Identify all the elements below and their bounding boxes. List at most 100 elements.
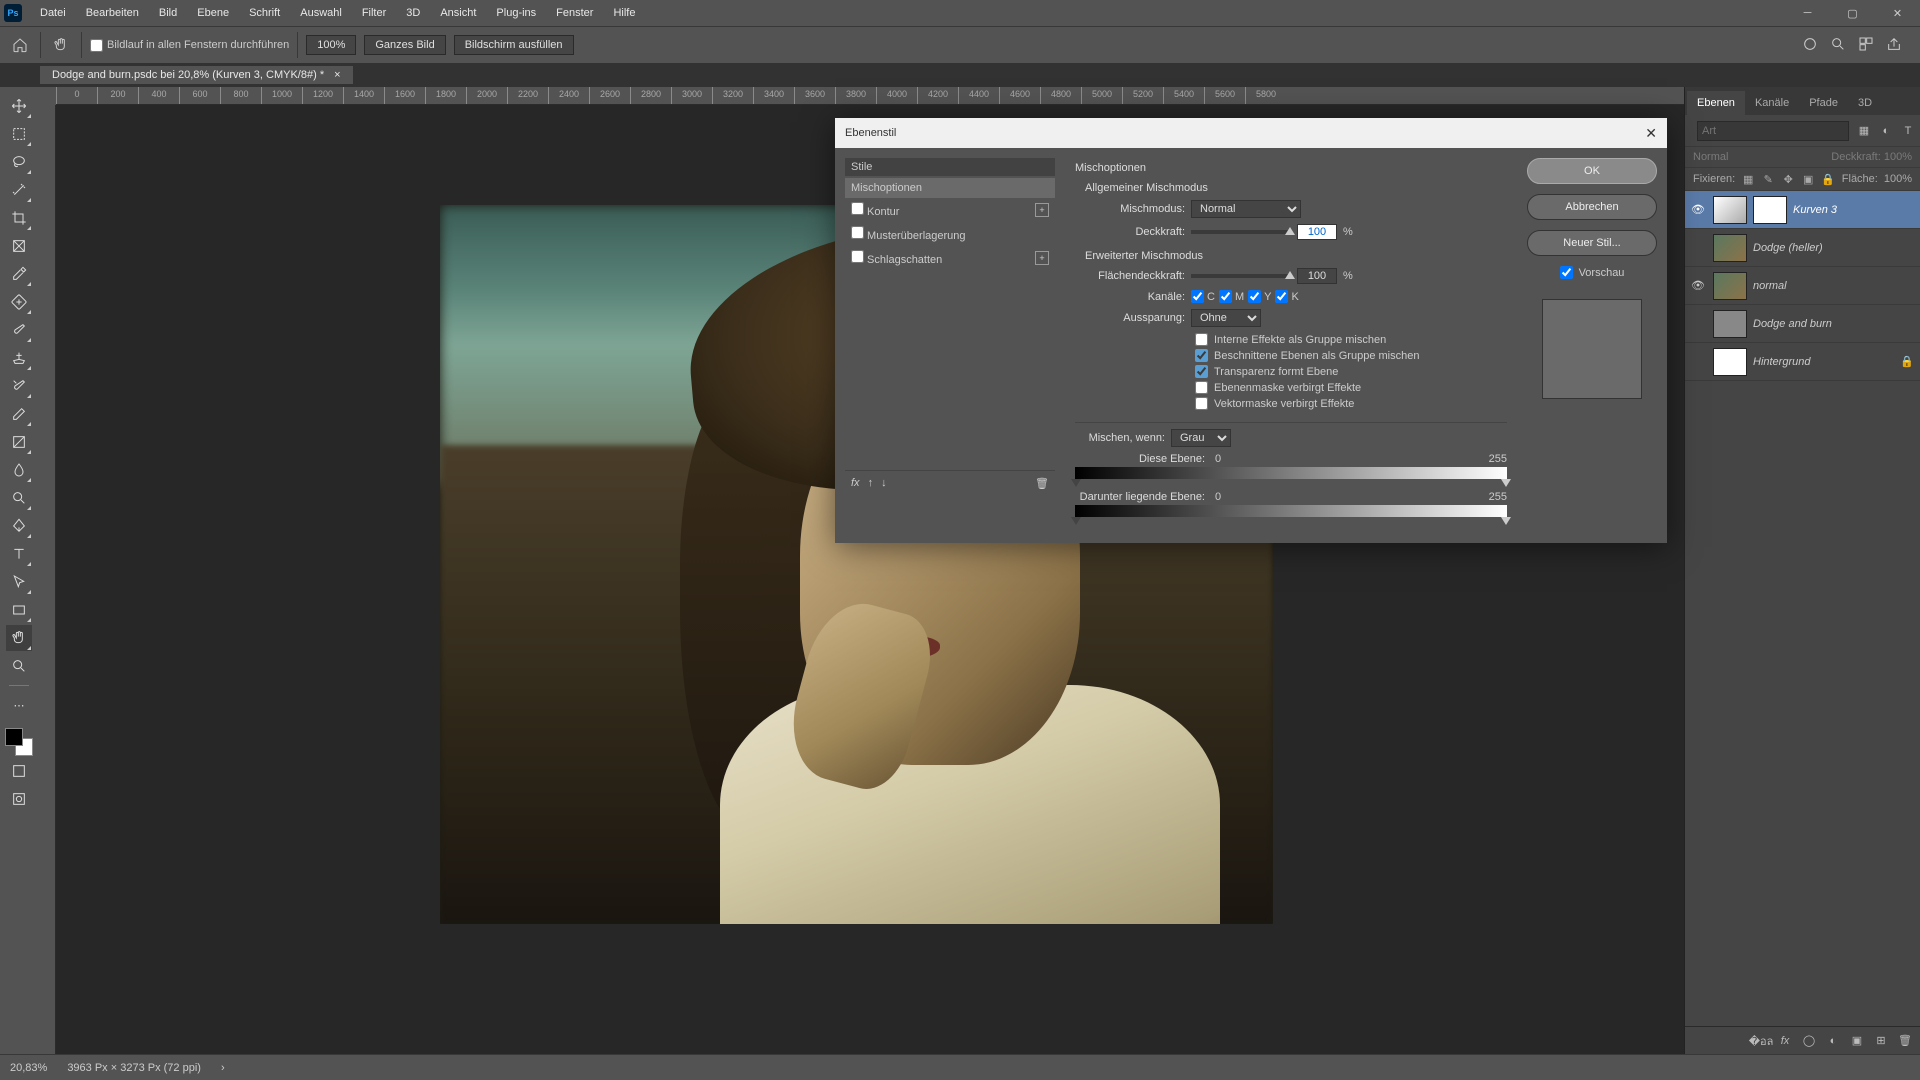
hand-tool-icon[interactable] [49,33,73,57]
layer-row[interactable]: 👁 normal [1685,267,1920,305]
healing-brush-tool[interactable] [6,289,32,315]
cloud-icon[interactable] [1802,36,1818,55]
clone-stamp-tool[interactable] [6,345,32,371]
style-item[interactable]: Mischoptionen [845,178,1055,198]
ok-button[interactable]: OK [1527,158,1657,184]
minimize-button[interactable]: ─ [1785,0,1830,26]
zoom-tool[interactable] [6,653,32,679]
preview-checkbox[interactable]: Vorschau [1527,266,1657,279]
search-icon[interactable] [1830,36,1846,55]
layer-thumbnail[interactable] [1713,196,1747,224]
marquee-tool[interactable] [6,121,32,147]
layer-row[interactable]: Dodge and burn [1685,305,1920,343]
visibility-toggle[interactable]: 👁 [1689,279,1707,292]
layer-filter-input[interactable] [1697,121,1849,141]
fill-opacity-slider[interactable] [1191,274,1291,278]
scroll-all-checkbox[interactable]: Bildlauf in allen Fenstern durchführen [90,39,289,52]
layer-thumbnail[interactable] [1713,348,1747,376]
menu-3d[interactable]: 3D [396,3,430,23]
blend-option-checkbox[interactable]: Interne Effekte als Gruppe mischen [1195,333,1507,346]
lock-position-icon[interactable]: ✥ [1781,172,1795,186]
layer-row[interactable]: 👁 Kurven 3 [1685,191,1920,229]
menu-auswahl[interactable]: Auswahl [290,3,352,23]
menu-datei[interactable]: Datei [30,3,76,23]
layer-name[interactable]: Hintergrund [1753,356,1894,368]
eraser-tool[interactable] [6,401,32,427]
history-brush-tool[interactable] [6,373,32,399]
opacity-input[interactable] [1297,224,1337,240]
document-tab[interactable]: Dodge and burn.psdc bei 20,8% (Kurven 3,… [40,66,353,84]
share-icon[interactable] [1886,36,1902,55]
dodge-tool[interactable] [6,485,32,511]
lock-artboard-icon[interactable]: ▣ [1801,172,1815,186]
path-selection-tool[interactable] [6,569,32,595]
color-swatches[interactable] [5,728,33,756]
layer-name[interactable]: Dodge and burn [1753,318,1916,330]
gradient-tool[interactable] [6,429,32,455]
menu-bild[interactable]: Bild [149,3,187,23]
menu-ebene[interactable]: Ebene [187,3,239,23]
layer-thumbnail[interactable] [1713,234,1747,262]
fx-menu-icon[interactable]: fx [851,477,860,490]
new-style-button[interactable]: Neuer Stil... [1527,230,1657,256]
mask-thumbnail[interactable] [1753,196,1787,224]
blend-mode-select[interactable]: Normal [1191,200,1301,218]
home-icon[interactable] [8,33,32,57]
eyedropper-tool[interactable] [6,261,32,287]
layer-row[interactable]: Hintergrund 🔒 [1685,343,1920,381]
tab-kanäle[interactable]: Kanäle [1745,91,1799,115]
move-down-icon[interactable]: ↓ [881,477,887,490]
hand-tool[interactable] [6,625,32,651]
pen-tool[interactable] [6,513,32,539]
frame-tool[interactable] [6,233,32,259]
layer-name[interactable]: normal [1753,280,1916,292]
layer-thumbnail[interactable] [1713,272,1747,300]
blend-option-checkbox[interactable]: Ebenenmaske verbirgt Effekte [1195,381,1507,394]
add-effect-icon[interactable]: + [1035,203,1049,217]
blend-option-checkbox[interactable]: Transparenz formt Ebene [1195,365,1507,378]
dialog-close-icon[interactable]: ✕ [1645,125,1657,142]
screen-mode-button[interactable] [6,758,32,784]
crop-tool[interactable] [6,205,32,231]
menu-ansicht[interactable]: Ansicht [430,3,486,23]
fx-icon[interactable]: fx [1778,1035,1792,1047]
mask-icon[interactable]: ◯ [1802,1034,1816,1047]
visibility-toggle[interactable]: 👁 [1689,203,1707,216]
channel-y[interactable]: Y [1248,290,1271,303]
lock-paint-icon[interactable]: ✎ [1761,172,1775,186]
brush-tool[interactable] [6,317,32,343]
channel-c[interactable]: C [1191,290,1215,303]
lock-icon[interactable]: 🔒 [1900,355,1916,368]
move-tool[interactable] [6,93,32,119]
blend-option-checkbox[interactable]: Beschnittene Ebenen als Gruppe mischen [1195,349,1507,362]
lock-all-icon[interactable]: 🔒 [1821,172,1835,186]
fit-screen-button[interactable]: Ganzes Bild [364,35,445,55]
tab-3d[interactable]: 3D [1848,91,1882,115]
new-layer-icon[interactable]: ⊞ [1874,1034,1888,1047]
menu-hilfe[interactable]: Hilfe [603,3,645,23]
close-button[interactable]: ✕ [1875,0,1920,26]
filter-adjust-icon[interactable]: ◐ [1877,122,1895,140]
style-item[interactable]: Kontur+ [845,198,1055,222]
blend-option-checkbox[interactable]: Vektormaske verbirgt Effekte [1195,397,1507,410]
close-tab-icon[interactable]: × [334,69,340,81]
info-chevron-icon[interactable]: › [221,1062,225,1074]
menu-bearbeiten[interactable]: Bearbeiten [76,3,149,23]
tab-pfade[interactable]: Pfade [1799,91,1848,115]
blendif-select[interactable]: Grau [1171,429,1231,447]
opacity-slider[interactable] [1191,230,1291,234]
filter-type-icon[interactable]: T [1899,122,1917,140]
adjustment-icon[interactable]: ◐ [1826,1035,1840,1047]
menu-filter[interactable]: Filter [352,3,396,23]
delete-icon[interactable]: 🗑 [1898,1034,1912,1047]
quick-mask-button[interactable] [6,786,32,812]
group-icon[interactable]: ▣ [1850,1034,1864,1047]
fill-opacity-input[interactable] [1297,268,1337,284]
add-effect-icon[interactable]: + [1035,251,1049,265]
style-item[interactable]: Musterüberlagerung [845,222,1055,246]
layer-row[interactable]: Dodge (heller) [1685,229,1920,267]
zoom-100-button[interactable]: 100% [306,35,356,55]
document-info[interactable]: 3963 Px × 3273 Px (72 ppi) [67,1062,201,1074]
tab-ebenen[interactable]: Ebenen [1687,91,1745,115]
edit-toolbar-button[interactable]: ⋯ [6,692,32,718]
